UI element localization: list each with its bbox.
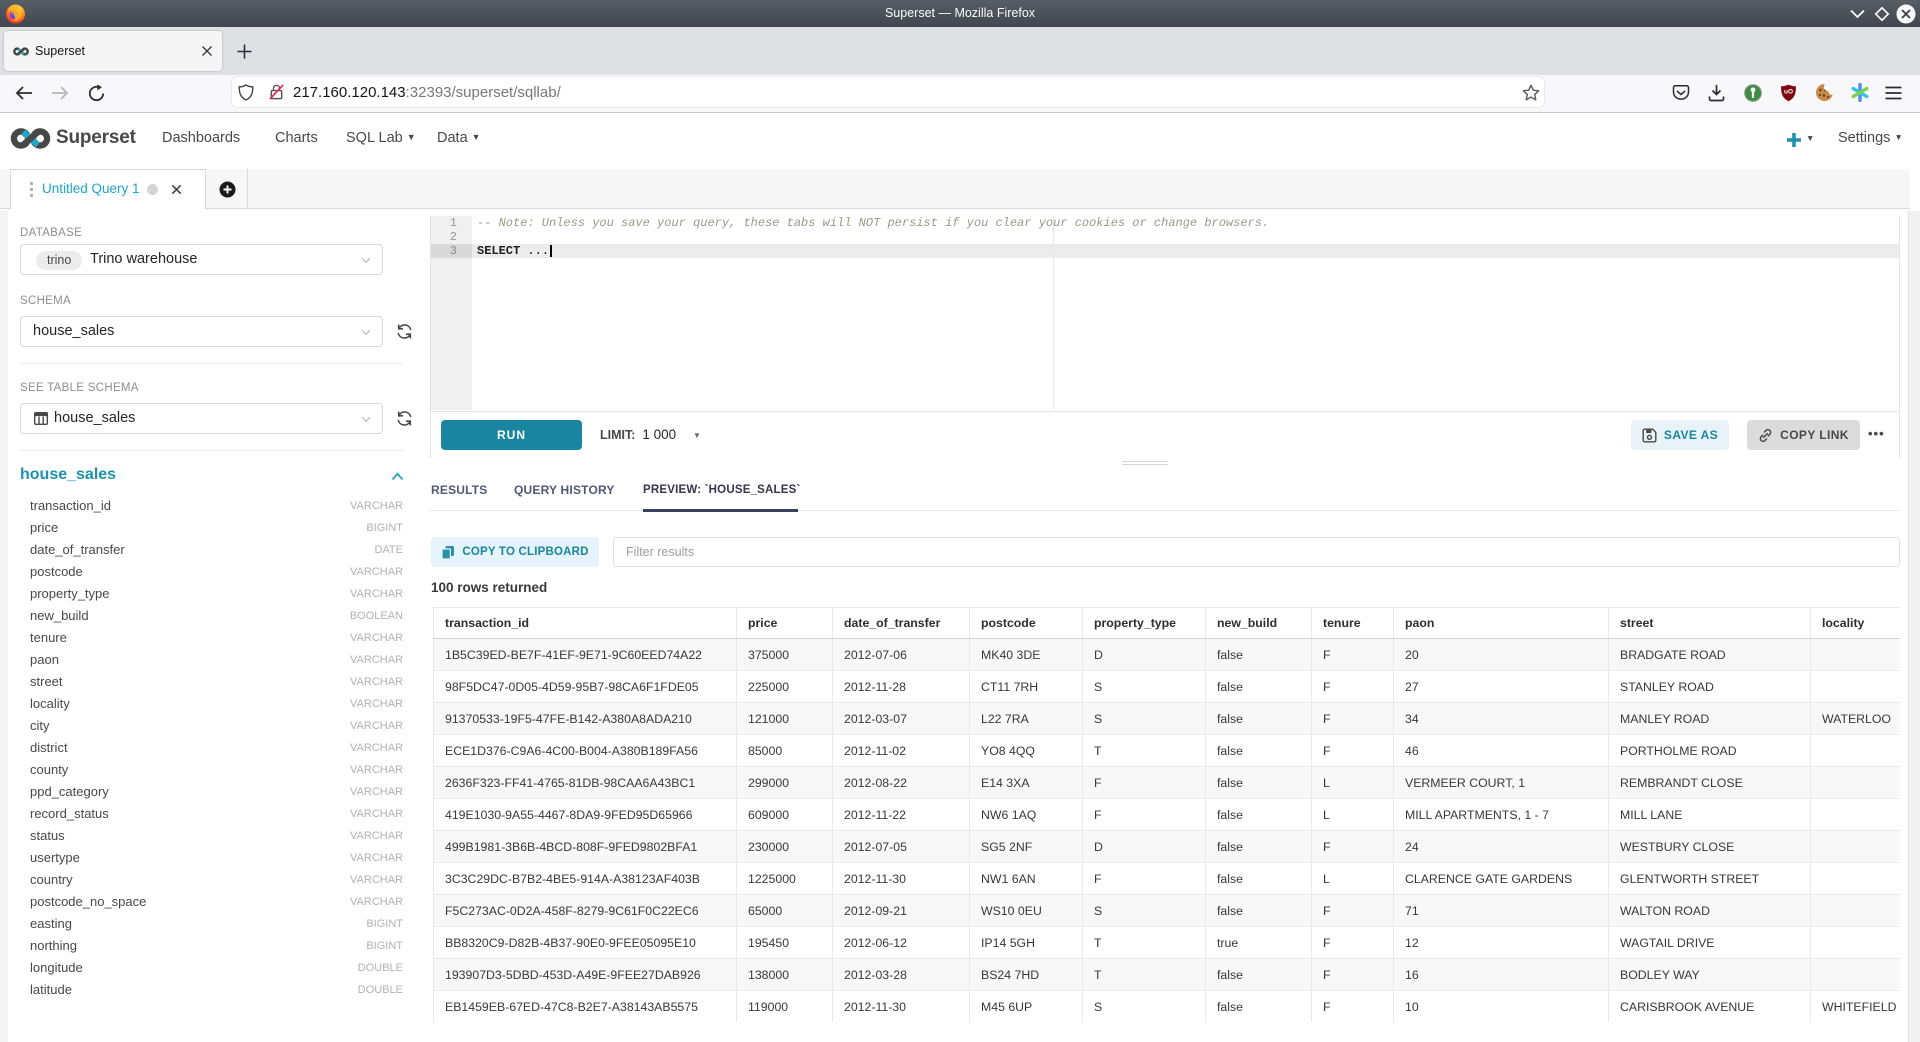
- svg-text:uO: uO: [1784, 89, 1793, 96]
